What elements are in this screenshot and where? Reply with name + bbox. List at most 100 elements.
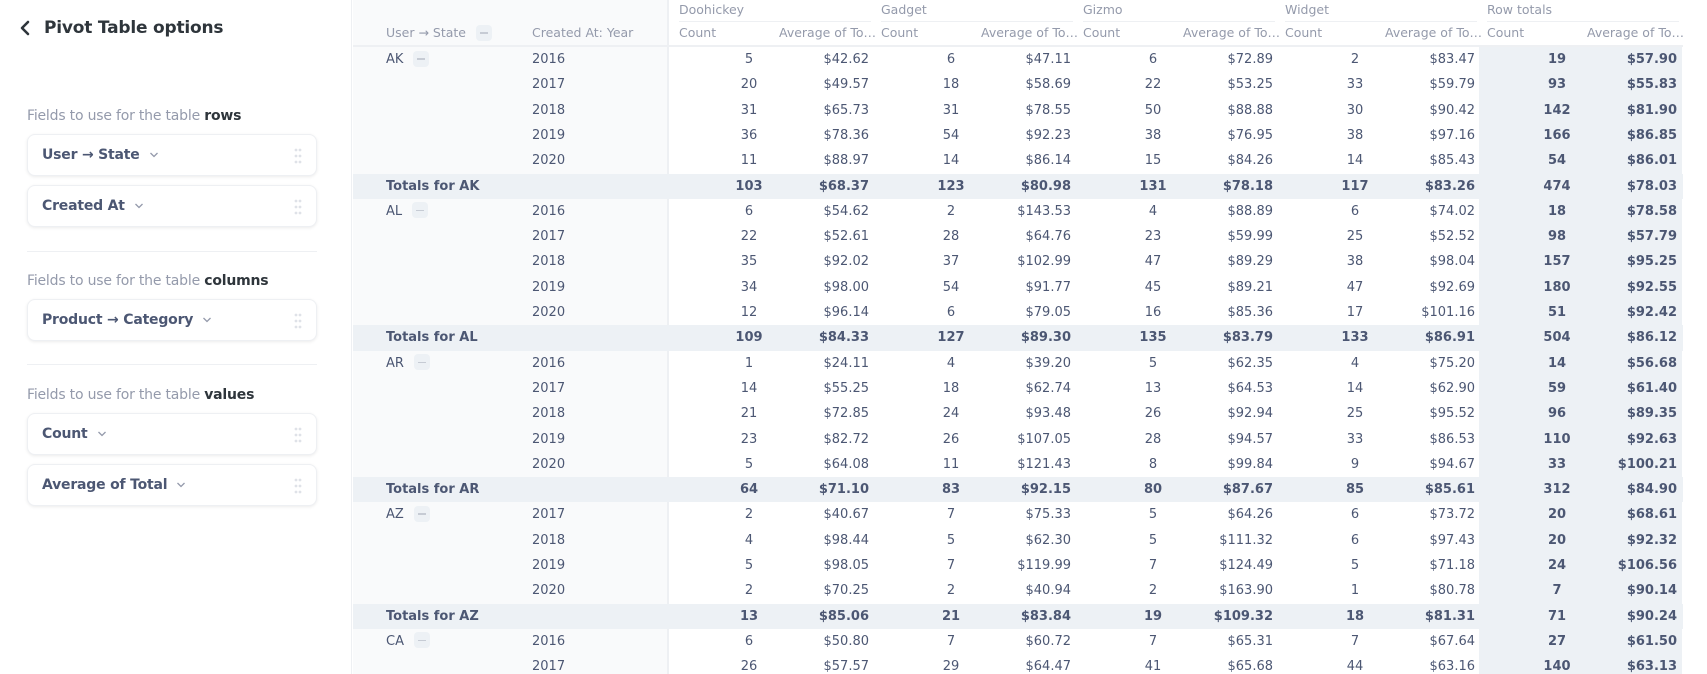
drag-handle-icon[interactable] xyxy=(294,148,302,164)
count-cell: 180 xyxy=(1543,279,1571,295)
columns-section-label: Fields to use for the table columns xyxy=(27,273,269,289)
count-cell: 98 xyxy=(1547,229,1567,245)
average-total-cell: $97.43 xyxy=(1429,532,1476,548)
count-cell: 2 xyxy=(946,583,956,599)
collapse-state-button[interactable] xyxy=(413,50,430,67)
count-cell: 6 xyxy=(744,203,754,219)
count-cell: 20 xyxy=(1547,532,1567,548)
chevron-down-icon[interactable] xyxy=(176,481,186,489)
count-cell: 26 xyxy=(942,431,960,447)
year-label: 2020 xyxy=(532,583,566,599)
average-total-cell: $83.47 xyxy=(1429,52,1476,67)
average-total-cell: $55.83 xyxy=(1626,77,1677,93)
average-total-cell: $59.99 xyxy=(1227,229,1274,245)
collapse-all-button[interactable] xyxy=(476,24,492,41)
average-total-cell: $97.16 xyxy=(1429,127,1476,143)
count-cell: 7 xyxy=(946,633,956,649)
count-cell: 64 xyxy=(739,482,759,498)
table-row: 2020 12 $96.14 6 $79.05 16 $85.36 17 $101.16 51 $9… xyxy=(353,300,1683,325)
average-total-cell: $50.80 xyxy=(823,633,870,649)
average-total-cell: $49.57 xyxy=(823,77,870,93)
count-cell: 7 xyxy=(1350,633,1360,649)
average-total-cell: $40.67 xyxy=(823,507,870,523)
average-total-cell: $67.64 xyxy=(1429,633,1476,649)
count-cell: 5 xyxy=(744,52,754,67)
drag-handle-icon[interactable] xyxy=(294,427,302,443)
average-total-cell: $84.26 xyxy=(1227,153,1274,169)
collapse-state-button[interactable] xyxy=(413,354,430,371)
values-section-label: Fields to use for the table values xyxy=(27,387,255,403)
count-cell: 4 xyxy=(946,355,956,371)
average-total-cell: $89.21 xyxy=(1227,279,1274,295)
column-field-product-category[interactable]: Product → Category xyxy=(27,299,317,341)
average-total-cell: $102.99 xyxy=(1017,254,1071,270)
count-cell: 103 xyxy=(735,178,763,194)
count-cell: 5 xyxy=(744,558,754,573)
average-total-cell: $42.62 xyxy=(823,52,870,67)
chevron-down-icon[interactable] xyxy=(134,202,144,210)
count-cell: 2 xyxy=(1148,583,1158,599)
collapse-state-button[interactable] xyxy=(413,505,430,522)
year-label: 2016 xyxy=(532,203,566,219)
count-cell: 28 xyxy=(1144,431,1162,447)
totals-row: Totals for AL 109 $84.33 127 $89.30 135 $83.79… xyxy=(353,325,1683,351)
column-group-header: Gizmo xyxy=(1083,2,1123,17)
state-label: AZ xyxy=(386,502,430,527)
drag-handle-icon[interactable] xyxy=(294,313,302,329)
average-total-cell: $86.53 xyxy=(1429,431,1476,447)
pivot-options-sidebar: Pivot Table options Fields to use for th… xyxy=(0,0,352,674)
average-total-cell: $86.85 xyxy=(1626,127,1677,143)
value-header-average-of-total: Average of To… xyxy=(1183,25,1280,40)
count-cell: 24 xyxy=(1547,558,1567,573)
count-cell: 6 xyxy=(946,305,956,320)
average-total-cell: $79.05 xyxy=(1025,305,1072,320)
chevron-down-icon[interactable] xyxy=(149,151,159,159)
table-row: 2017 22 $52.61 28 $64.76 23 $59.99 25 $52.52 98 $5… xyxy=(353,224,1683,249)
year-label: 2019 xyxy=(532,279,566,295)
count-cell: 85 xyxy=(1345,482,1365,498)
table-row: AR 2016 1 $24.11 4 $39.20 5 $62.35 4 $75.20 14 $56.… xyxy=(353,351,1683,376)
table-row: 2018 4 $98.44 5 $62.30 5 $111.32 6 $97.43 20 $92.3… xyxy=(353,528,1683,553)
column-group-header: Widget xyxy=(1285,2,1330,17)
average-total-cell: $74.02 xyxy=(1429,203,1476,219)
average-total-cell: $85.43 xyxy=(1429,153,1476,169)
drag-handle-icon[interactable] xyxy=(294,199,302,215)
average-total-cell: $92.42 xyxy=(1626,305,1677,320)
collapse-state-button[interactable] xyxy=(413,632,430,649)
count-cell: 38 xyxy=(1346,254,1364,270)
back-button[interactable]: Pivot Table options xyxy=(18,18,224,38)
year-label: 2018 xyxy=(532,254,566,270)
average-total-cell: $92.55 xyxy=(1626,279,1677,295)
year-label: 2020 xyxy=(532,153,566,169)
average-total-cell: $88.89 xyxy=(1227,203,1274,219)
count-cell: 37 xyxy=(942,254,960,270)
value-field-average-of-total[interactable]: Average of Total xyxy=(27,464,317,506)
collapse-state-button[interactable] xyxy=(412,202,429,219)
year-label: 2018 xyxy=(532,102,566,118)
value-header-average-of-total: Average of To… xyxy=(779,25,876,40)
totals-label: Totals for AZ xyxy=(386,608,479,624)
row-field-created-at[interactable]: Created At xyxy=(27,185,317,227)
average-total-cell: $81.90 xyxy=(1626,102,1677,118)
average-total-cell: $68.37 xyxy=(818,178,869,194)
chevron-down-icon[interactable] xyxy=(97,430,107,438)
row-field-user-state[interactable]: User → State xyxy=(27,134,317,176)
count-cell: 26 xyxy=(740,659,758,674)
average-total-cell: $72.85 xyxy=(823,406,870,422)
count-cell: 14 xyxy=(1346,380,1364,396)
average-total-cell: $40.94 xyxy=(1025,583,1072,599)
drag-handle-icon[interactable] xyxy=(294,478,302,494)
average-total-cell: $96.14 xyxy=(823,305,870,320)
average-total-cell: $62.30 xyxy=(1025,532,1072,548)
count-cell: 12 xyxy=(740,305,758,320)
average-total-cell: $54.62 xyxy=(823,203,870,219)
average-total-cell: $90.42 xyxy=(1429,102,1476,118)
count-cell: 93 xyxy=(1547,77,1567,93)
count-cell: 9 xyxy=(1350,456,1360,472)
average-total-cell: $64.08 xyxy=(823,456,870,472)
count-cell: 38 xyxy=(1346,127,1364,143)
value-field-count[interactable]: Count xyxy=(27,413,317,455)
count-cell: 6 xyxy=(744,633,754,649)
count-cell: 33 xyxy=(1547,456,1567,472)
chevron-down-icon[interactable] xyxy=(202,316,212,324)
